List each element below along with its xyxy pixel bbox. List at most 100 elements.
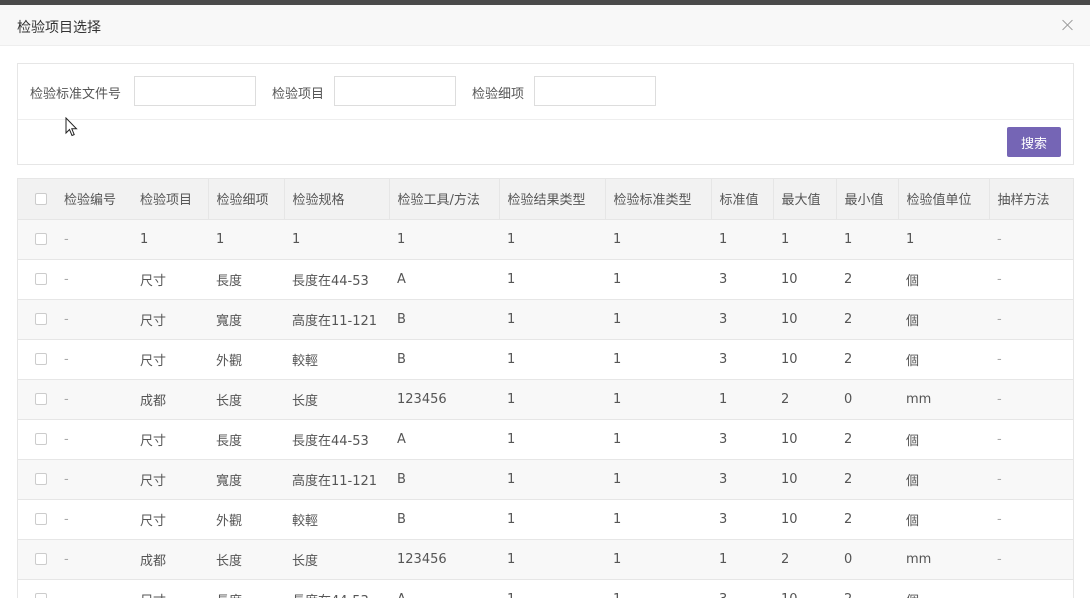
table-cell: 2: [773, 379, 836, 420]
item-input[interactable]: [334, 76, 456, 106]
select-all-cell: [18, 179, 56, 220]
row-checkbox-icon[interactable]: [35, 273, 47, 285]
table-cell: mm: [898, 379, 989, 420]
row-checkbox-icon[interactable]: [35, 313, 47, 325]
table-row[interactable]: - 尺寸 外觀 較輕 B 1 1 3 10 2 個 -: [18, 499, 1073, 540]
table-cell: 成都: [132, 539, 208, 580]
table-cell: 2: [836, 259, 898, 300]
table-row[interactable]: - 成都 长度 长度 123456 1 1 1 2 0 mm -: [18, 379, 1073, 420]
table-cell: 尺寸: [132, 499, 208, 540]
table-cell: 1: [605, 499, 711, 540]
table-cell: 2: [836, 299, 898, 340]
row-select-cell: [18, 379, 56, 420]
row-checkbox-icon[interactable]: [35, 513, 47, 525]
table-cell: 10: [773, 419, 836, 460]
table-cell: 1: [499, 459, 605, 500]
row-checkbox-icon[interactable]: [35, 473, 47, 485]
row-checkbox-icon[interactable]: [35, 593, 47, 598]
row-checkbox-icon[interactable]: [35, 393, 47, 405]
dialog-title: 检验项目选择: [17, 20, 101, 36]
table-cell: -: [56, 539, 132, 580]
table-cell: 1: [605, 339, 711, 380]
table-cell: 尺寸: [132, 299, 208, 340]
table-cell: 1: [499, 259, 605, 300]
table-cell: -: [56, 419, 132, 460]
table-row[interactable]: -1111111111-: [18, 219, 1073, 260]
close-icon[interactable]: [1061, 18, 1075, 32]
table-cell: 3: [711, 419, 773, 460]
table-cell: 1: [605, 419, 711, 460]
table-cell: 較輕: [284, 339, 389, 380]
table-cell: 1: [773, 219, 836, 260]
search-panel: 检验标准文件号 检验项目 检验细项 搜索: [17, 63, 1074, 165]
table-cell: 個: [898, 259, 989, 300]
table-cell: 長度在44-53: [284, 419, 389, 460]
table-cell: -: [56, 499, 132, 540]
row-select-cell: [18, 419, 56, 460]
select-all-checkbox-icon[interactable]: [35, 192, 47, 205]
table-cell: 寬度: [208, 299, 284, 340]
table-cell: 10: [773, 459, 836, 500]
table-cell: 2: [836, 499, 898, 540]
std-doc-no-input[interactable]: [134, 76, 256, 106]
row-checkbox-icon[interactable]: [35, 553, 47, 565]
table-cell: 1: [605, 459, 711, 500]
table-cell: 3: [711, 579, 773, 598]
table-cell: 3: [711, 339, 773, 380]
row-select-cell: [18, 259, 56, 300]
row-select-cell: [18, 459, 56, 500]
table-row[interactable]: - 成都 长度 长度 123456 1 1 1 2 0 mm -: [18, 539, 1073, 580]
table-cell: 1: [132, 219, 208, 260]
table-cell: -: [56, 459, 132, 500]
table-cell: B: [389, 339, 499, 380]
table-cell: 3: [711, 259, 773, 300]
row-select-cell: [18, 219, 56, 260]
column-header: 检验值单位: [898, 179, 990, 220]
row-checkbox-icon[interactable]: [35, 433, 47, 445]
table-cell: 2: [836, 459, 898, 500]
table-cell: 長度在44-53: [284, 579, 389, 598]
table-row[interactable]: - 尺寸 寬度 高度在11-121 B 1 1 3 10 2 個 -: [18, 299, 1073, 340]
table-cell: 個: [898, 579, 989, 598]
row-checkbox-icon[interactable]: [35, 353, 47, 365]
table-cell: 长度: [284, 379, 389, 420]
table-cell: B: [389, 499, 499, 540]
column-header: 检验标准类型: [605, 179, 712, 220]
std-doc-no-label: 检验标准文件号: [30, 87, 122, 102]
table-cell: 3: [711, 299, 773, 340]
table-row[interactable]: -尺寸長度長度在44-53A113102個-: [18, 419, 1073, 460]
inspection-item-select-dialog: 检验项目选择 检验标准文件号 检验项目 检验细项 搜索 检验编号 检验项目 检验细项…: [0, 5, 1090, 598]
column-header: 检验结果类型: [499, 179, 606, 220]
table-row[interactable]: -尺寸長度長度在44-53A113102個-: [18, 259, 1073, 300]
table-cell: 10: [773, 299, 836, 340]
detail-label: 检验细项: [472, 87, 525, 102]
column-header: 检验细项: [208, 179, 285, 220]
table-cell: -: [989, 299, 1073, 340]
table-cell: 长度: [208, 539, 284, 580]
table-cell: -: [56, 299, 132, 340]
table-cell: -: [56, 259, 132, 300]
table-row[interactable]: -尺寸長度長度在44-53A113102個-: [18, 579, 1073, 598]
detail-input[interactable]: [534, 76, 656, 106]
table-cell: 尺寸: [132, 259, 208, 300]
row-checkbox-icon[interactable]: [35, 233, 47, 245]
table-cell: 1: [499, 419, 605, 460]
table-cell: 1: [711, 539, 773, 580]
table-row[interactable]: - 尺寸 外觀 較輕 B 1 1 3 10 2 個 -: [18, 339, 1073, 380]
table-cell: 寬度: [208, 459, 284, 500]
column-header: 最大值: [773, 179, 837, 220]
row-select-cell: [18, 299, 56, 340]
table-cell: 1: [605, 379, 711, 420]
mouse-cursor-icon: [65, 117, 78, 137]
table-cell: -: [56, 339, 132, 380]
table-cell: 1: [499, 579, 605, 598]
table-cell: 高度在11-121: [284, 299, 389, 340]
table-cell: 1: [711, 219, 773, 260]
row-select-cell: [18, 339, 56, 380]
table-cell: -: [989, 579, 1073, 598]
table-cell: B: [389, 459, 499, 500]
search-button[interactable]: 搜索: [1007, 127, 1061, 157]
table-row[interactable]: - 尺寸 寬度 高度在11-121 B 1 1 3 10 2 個 -: [18, 459, 1073, 500]
table-cell: 尺寸: [132, 459, 208, 500]
table-cell: 1: [605, 299, 711, 340]
